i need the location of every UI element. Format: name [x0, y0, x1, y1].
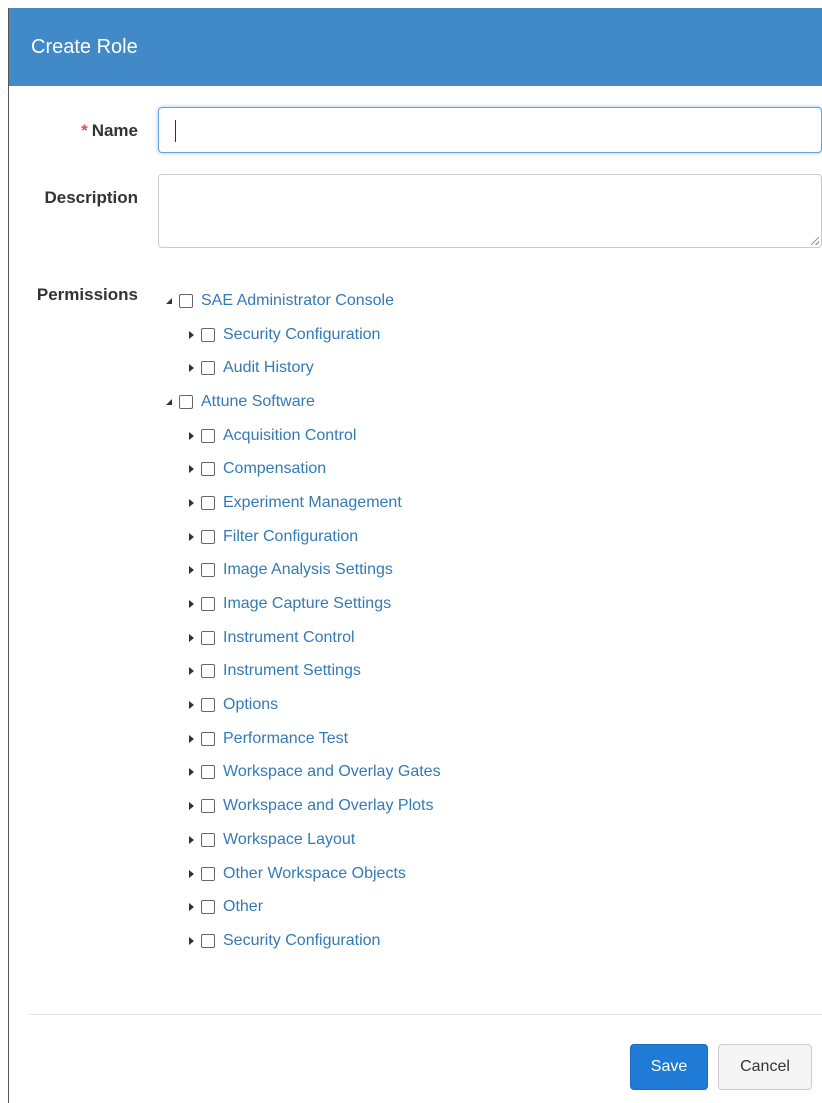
- tree-node: Compensation: [165, 452, 805, 486]
- name-label: * Name: [81, 120, 138, 142]
- permission-label[interactable]: Performance Test: [223, 729, 348, 749]
- dialog-title: Create Role: [31, 36, 138, 58]
- tree-node: Other Workspace Objects: [165, 857, 805, 891]
- permission-label[interactable]: Security Configuration: [223, 325, 380, 345]
- expand-triangle-right-icon[interactable]: [187, 363, 197, 373]
- permission-checkbox[interactable]: [201, 630, 215, 645]
- permission-label[interactable]: Attune Software: [201, 392, 315, 412]
- tree-node: Security Configuration: [165, 318, 805, 352]
- expand-triangle-right-icon[interactable]: [187, 565, 197, 575]
- tree-node: Options: [165, 688, 805, 722]
- tree-node: SAE Administrator Console: [165, 284, 805, 318]
- permission-checkbox[interactable]: [201, 428, 215, 443]
- permission-label[interactable]: Options: [223, 695, 278, 715]
- tree-node: Workspace and Overlay Plots: [165, 789, 805, 823]
- permission-checkbox[interactable]: [179, 394, 193, 409]
- permission-checkbox[interactable]: [201, 361, 215, 376]
- permission-label[interactable]: Audit History: [223, 358, 314, 378]
- permission-label[interactable]: Other: [223, 897, 263, 917]
- expand-triangle-down-icon[interactable]: [165, 397, 175, 407]
- permission-checkbox[interactable]: [179, 293, 193, 308]
- expand-triangle-right-icon[interactable]: [187, 532, 197, 542]
- permission-checkbox[interactable]: [201, 933, 215, 948]
- permission-checkbox[interactable]: [201, 664, 215, 679]
- permission-label[interactable]: Other Workspace Objects: [223, 864, 406, 884]
- permission-checkbox[interactable]: [201, 462, 215, 477]
- permission-checkbox[interactable]: [201, 698, 215, 713]
- resize-grip-icon[interactable]: [811, 237, 819, 245]
- expand-triangle-right-icon[interactable]: [187, 936, 197, 946]
- required-marker: *: [81, 121, 88, 140]
- expand-triangle-right-icon[interactable]: [187, 666, 197, 676]
- permission-label[interactable]: Compensation: [223, 459, 326, 479]
- permission-checkbox[interactable]: [201, 597, 215, 612]
- expand-triangle-right-icon[interactable]: [187, 700, 197, 710]
- permission-label[interactable]: Filter Configuration: [223, 527, 358, 547]
- expand-triangle-right-icon[interactable]: [187, 767, 197, 777]
- permission-checkbox[interactable]: [201, 832, 215, 847]
- permission-label[interactable]: Acquisition Control: [223, 426, 356, 446]
- dialog-header: Create Role: [9, 8, 822, 86]
- cancel-button[interactable]: Cancel: [718, 1044, 812, 1090]
- tree-node: Image Capture Settings: [165, 587, 805, 621]
- tree-node: Attune Software: [165, 385, 805, 419]
- permission-label[interactable]: Image Capture Settings: [223, 594, 391, 614]
- expand-triangle-right-icon[interactable]: [187, 464, 197, 474]
- description-label: Description: [44, 188, 138, 207]
- permission-label[interactable]: Image Analysis Settings: [223, 560, 393, 580]
- permission-checkbox[interactable]: [201, 765, 215, 780]
- save-button[interactable]: Save: [630, 1044, 708, 1090]
- permission-checkbox[interactable]: [201, 799, 215, 814]
- footer-divider: [29, 1014, 822, 1015]
- tree-node: Filter Configuration: [165, 520, 805, 554]
- permission-label[interactable]: Instrument Control: [223, 628, 355, 648]
- tree-node: Performance Test: [165, 722, 805, 756]
- permission-label[interactable]: SAE Administrator Console: [201, 291, 394, 311]
- permissions-label: Permissions: [36, 285, 138, 304]
- tree-node: Other: [165, 890, 805, 924]
- expand-triangle-right-icon[interactable]: [187, 734, 197, 744]
- expand-triangle-right-icon[interactable]: [187, 633, 197, 643]
- tree-node: Acquisition Control: [165, 419, 805, 453]
- expand-triangle-right-icon[interactable]: [187, 835, 197, 845]
- expand-triangle-right-icon[interactable]: [187, 869, 197, 879]
- permission-label[interactable]: Workspace and Overlay Gates: [223, 762, 441, 782]
- tree-node: Audit History: [165, 351, 805, 385]
- tree-node: Experiment Management: [165, 486, 805, 520]
- create-role-dialog: Create Role * Name Description Permission…: [8, 8, 822, 1103]
- expand-triangle-right-icon[interactable]: [187, 498, 197, 508]
- permission-checkbox[interactable]: [201, 731, 215, 746]
- tree-node: Instrument Control: [165, 621, 805, 655]
- permissions-tree: SAE Administrator Console Security Config…: [165, 284, 805, 958]
- expand-triangle-right-icon[interactable]: [187, 599, 197, 609]
- tree-node: Instrument Settings: [165, 655, 805, 689]
- permission-checkbox[interactable]: [201, 495, 215, 510]
- permission-label[interactable]: Security Configuration: [223, 931, 380, 951]
- permission-checkbox[interactable]: [201, 327, 215, 342]
- permission-label[interactable]: Experiment Management: [223, 493, 402, 513]
- name-input[interactable]: [158, 107, 822, 153]
- permission-label[interactable]: Workspace Layout: [223, 830, 355, 850]
- expand-triangle-right-icon[interactable]: [187, 330, 197, 340]
- permission-checkbox[interactable]: [201, 866, 215, 881]
- expand-triangle-right-icon[interactable]: [187, 902, 197, 912]
- permission-label[interactable]: Workspace and Overlay Plots: [223, 796, 433, 816]
- description-textarea[interactable]: [158, 174, 822, 248]
- permission-checkbox[interactable]: [201, 900, 215, 915]
- permission-label[interactable]: Instrument Settings: [223, 661, 361, 681]
- tree-node: Workspace Layout: [165, 823, 805, 857]
- permission-checkbox[interactable]: [201, 529, 215, 544]
- tree-node: Security Configuration: [165, 924, 805, 958]
- tree-node: Image Analysis Settings: [165, 554, 805, 588]
- expand-triangle-down-icon[interactable]: [165, 296, 175, 306]
- text-cursor: [175, 120, 176, 142]
- tree-node: Workspace and Overlay Gates: [165, 756, 805, 790]
- expand-triangle-right-icon[interactable]: [187, 801, 197, 811]
- name-label-text: Name: [91, 121, 138, 140]
- permission-checkbox[interactable]: [201, 563, 215, 578]
- expand-triangle-right-icon[interactable]: [187, 431, 197, 441]
